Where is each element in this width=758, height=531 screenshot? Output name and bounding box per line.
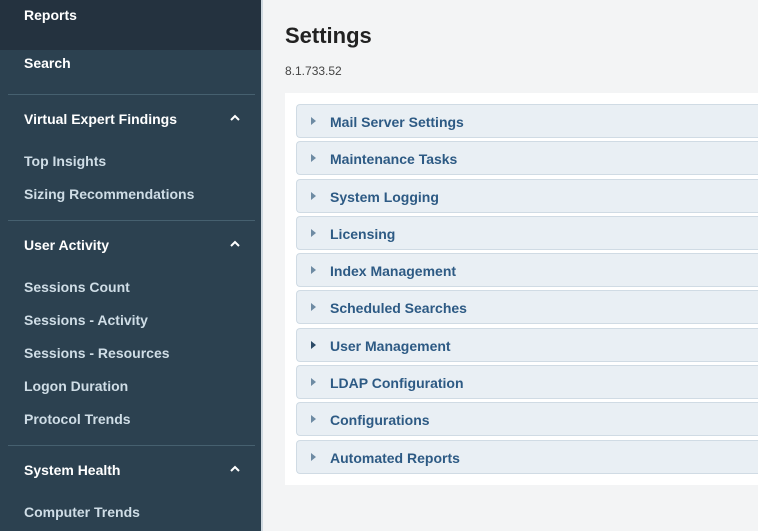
- section-header-user-activity[interactable]: User Activity: [0, 221, 263, 263]
- section-title: Virtual Expert Findings: [24, 111, 177, 127]
- accordion-label: Mail Server Settings: [330, 114, 464, 130]
- accordion-mail-server-settings[interactable]: Mail Server Settings: [296, 104, 758, 138]
- caret-right-icon: [311, 154, 316, 162]
- caret-right-icon: [311, 378, 316, 386]
- sidebar-item-protocol-trends[interactable]: Protocol Trends: [0, 403, 263, 436]
- settings-panel: Mail Server Settings Maintenance Tasks S…: [285, 93, 758, 485]
- caret-right-icon: [311, 192, 316, 200]
- accordion-label: LDAP Configuration: [330, 375, 464, 391]
- sidebar-item-label: Sessions - Resources: [24, 345, 170, 361]
- accordion-automated-reports[interactable]: Automated Reports: [296, 440, 758, 474]
- main-content: Settings 8.1.733.52 Mail Server Settings…: [263, 0, 758, 531]
- caret-right-icon: [311, 303, 316, 311]
- sidebar-item-sessions-resources[interactable]: Sessions - Resources: [0, 337, 263, 370]
- accordion-user-management[interactable]: User Management: [296, 328, 758, 362]
- chevron-up-icon: [230, 240, 240, 247]
- chevron-up-icon: [230, 114, 240, 121]
- sidebar-item-computer-trends[interactable]: Computer Trends: [0, 496, 263, 529]
- accordion-configurations[interactable]: Configurations: [296, 402, 758, 436]
- accordion-index-management[interactable]: Index Management: [296, 253, 758, 287]
- section-header-virtual-expert-findings[interactable]: Virtual Expert Findings: [0, 95, 263, 137]
- sidebar-item-reports[interactable]: Reports: [0, 0, 263, 50]
- accordion-label: User Management: [330, 338, 451, 354]
- page-title: Settings: [285, 23, 372, 48]
- section-header-system-health[interactable]: System Health: [0, 446, 263, 488]
- sidebar-item-search[interactable]: Search: [0, 44, 263, 88]
- accordion-label: Maintenance Tasks: [330, 151, 458, 167]
- sidebar-item-sessions-count[interactable]: Sessions Count: [0, 271, 263, 304]
- sidebar-item-label: Search: [24, 55, 71, 71]
- accordion-label: Automated Reports: [330, 450, 460, 466]
- sidebar: Reports Search Virtual Expert Findings T…: [0, 0, 263, 531]
- accordion-maintenance-tasks[interactable]: Maintenance Tasks: [296, 141, 758, 175]
- caret-right-icon: [311, 266, 316, 274]
- sidebar-item-label: Top Insights: [24, 153, 107, 169]
- sidebar-item-label: Sizing Recommendations: [24, 186, 195, 202]
- version-label: 8.1.733.52: [285, 64, 342, 78]
- sidebar-item-label: Reports: [24, 7, 77, 23]
- sidebar-item-logon-duration[interactable]: Logon Duration: [0, 370, 263, 403]
- section-title: User Activity: [24, 237, 110, 253]
- caret-right-icon: [311, 341, 316, 349]
- sidebar-item-label: Computer Trends: [24, 504, 140, 520]
- accordion-label: Scheduled Searches: [330, 300, 467, 316]
- sidebar-item-label: Sessions - Activity: [24, 312, 148, 328]
- accordion-label: Configurations: [330, 412, 430, 428]
- section-title: System Health: [24, 462, 121, 478]
- caret-right-icon: [311, 117, 316, 125]
- accordion-label: System Logging: [330, 189, 439, 205]
- sidebar-item-top-insights[interactable]: Top Insights: [0, 145, 263, 178]
- sidebar-item-sizing-recommendations[interactable]: Sizing Recommendations: [0, 178, 263, 211]
- accordion-ldap-configuration[interactable]: LDAP Configuration: [296, 365, 758, 399]
- caret-right-icon: [311, 415, 316, 423]
- sidebar-item-label: Protocol Trends: [24, 411, 131, 427]
- sidebar-item-label: Logon Duration: [24, 378, 129, 394]
- caret-right-icon: [311, 229, 316, 237]
- accordion-scheduled-searches[interactable]: Scheduled Searches: [296, 290, 758, 324]
- sidebar-item-label: Sessions Count: [24, 279, 130, 295]
- caret-right-icon: [311, 453, 316, 461]
- accordion-label: Licensing: [330, 226, 396, 242]
- accordion-system-logging[interactable]: System Logging: [296, 179, 758, 213]
- accordion-licensing[interactable]: Licensing: [296, 216, 758, 250]
- accordion-label: Index Management: [330, 263, 457, 279]
- sidebar-item-sessions-activity[interactable]: Sessions - Activity: [0, 304, 263, 337]
- chevron-up-icon: [230, 465, 240, 472]
